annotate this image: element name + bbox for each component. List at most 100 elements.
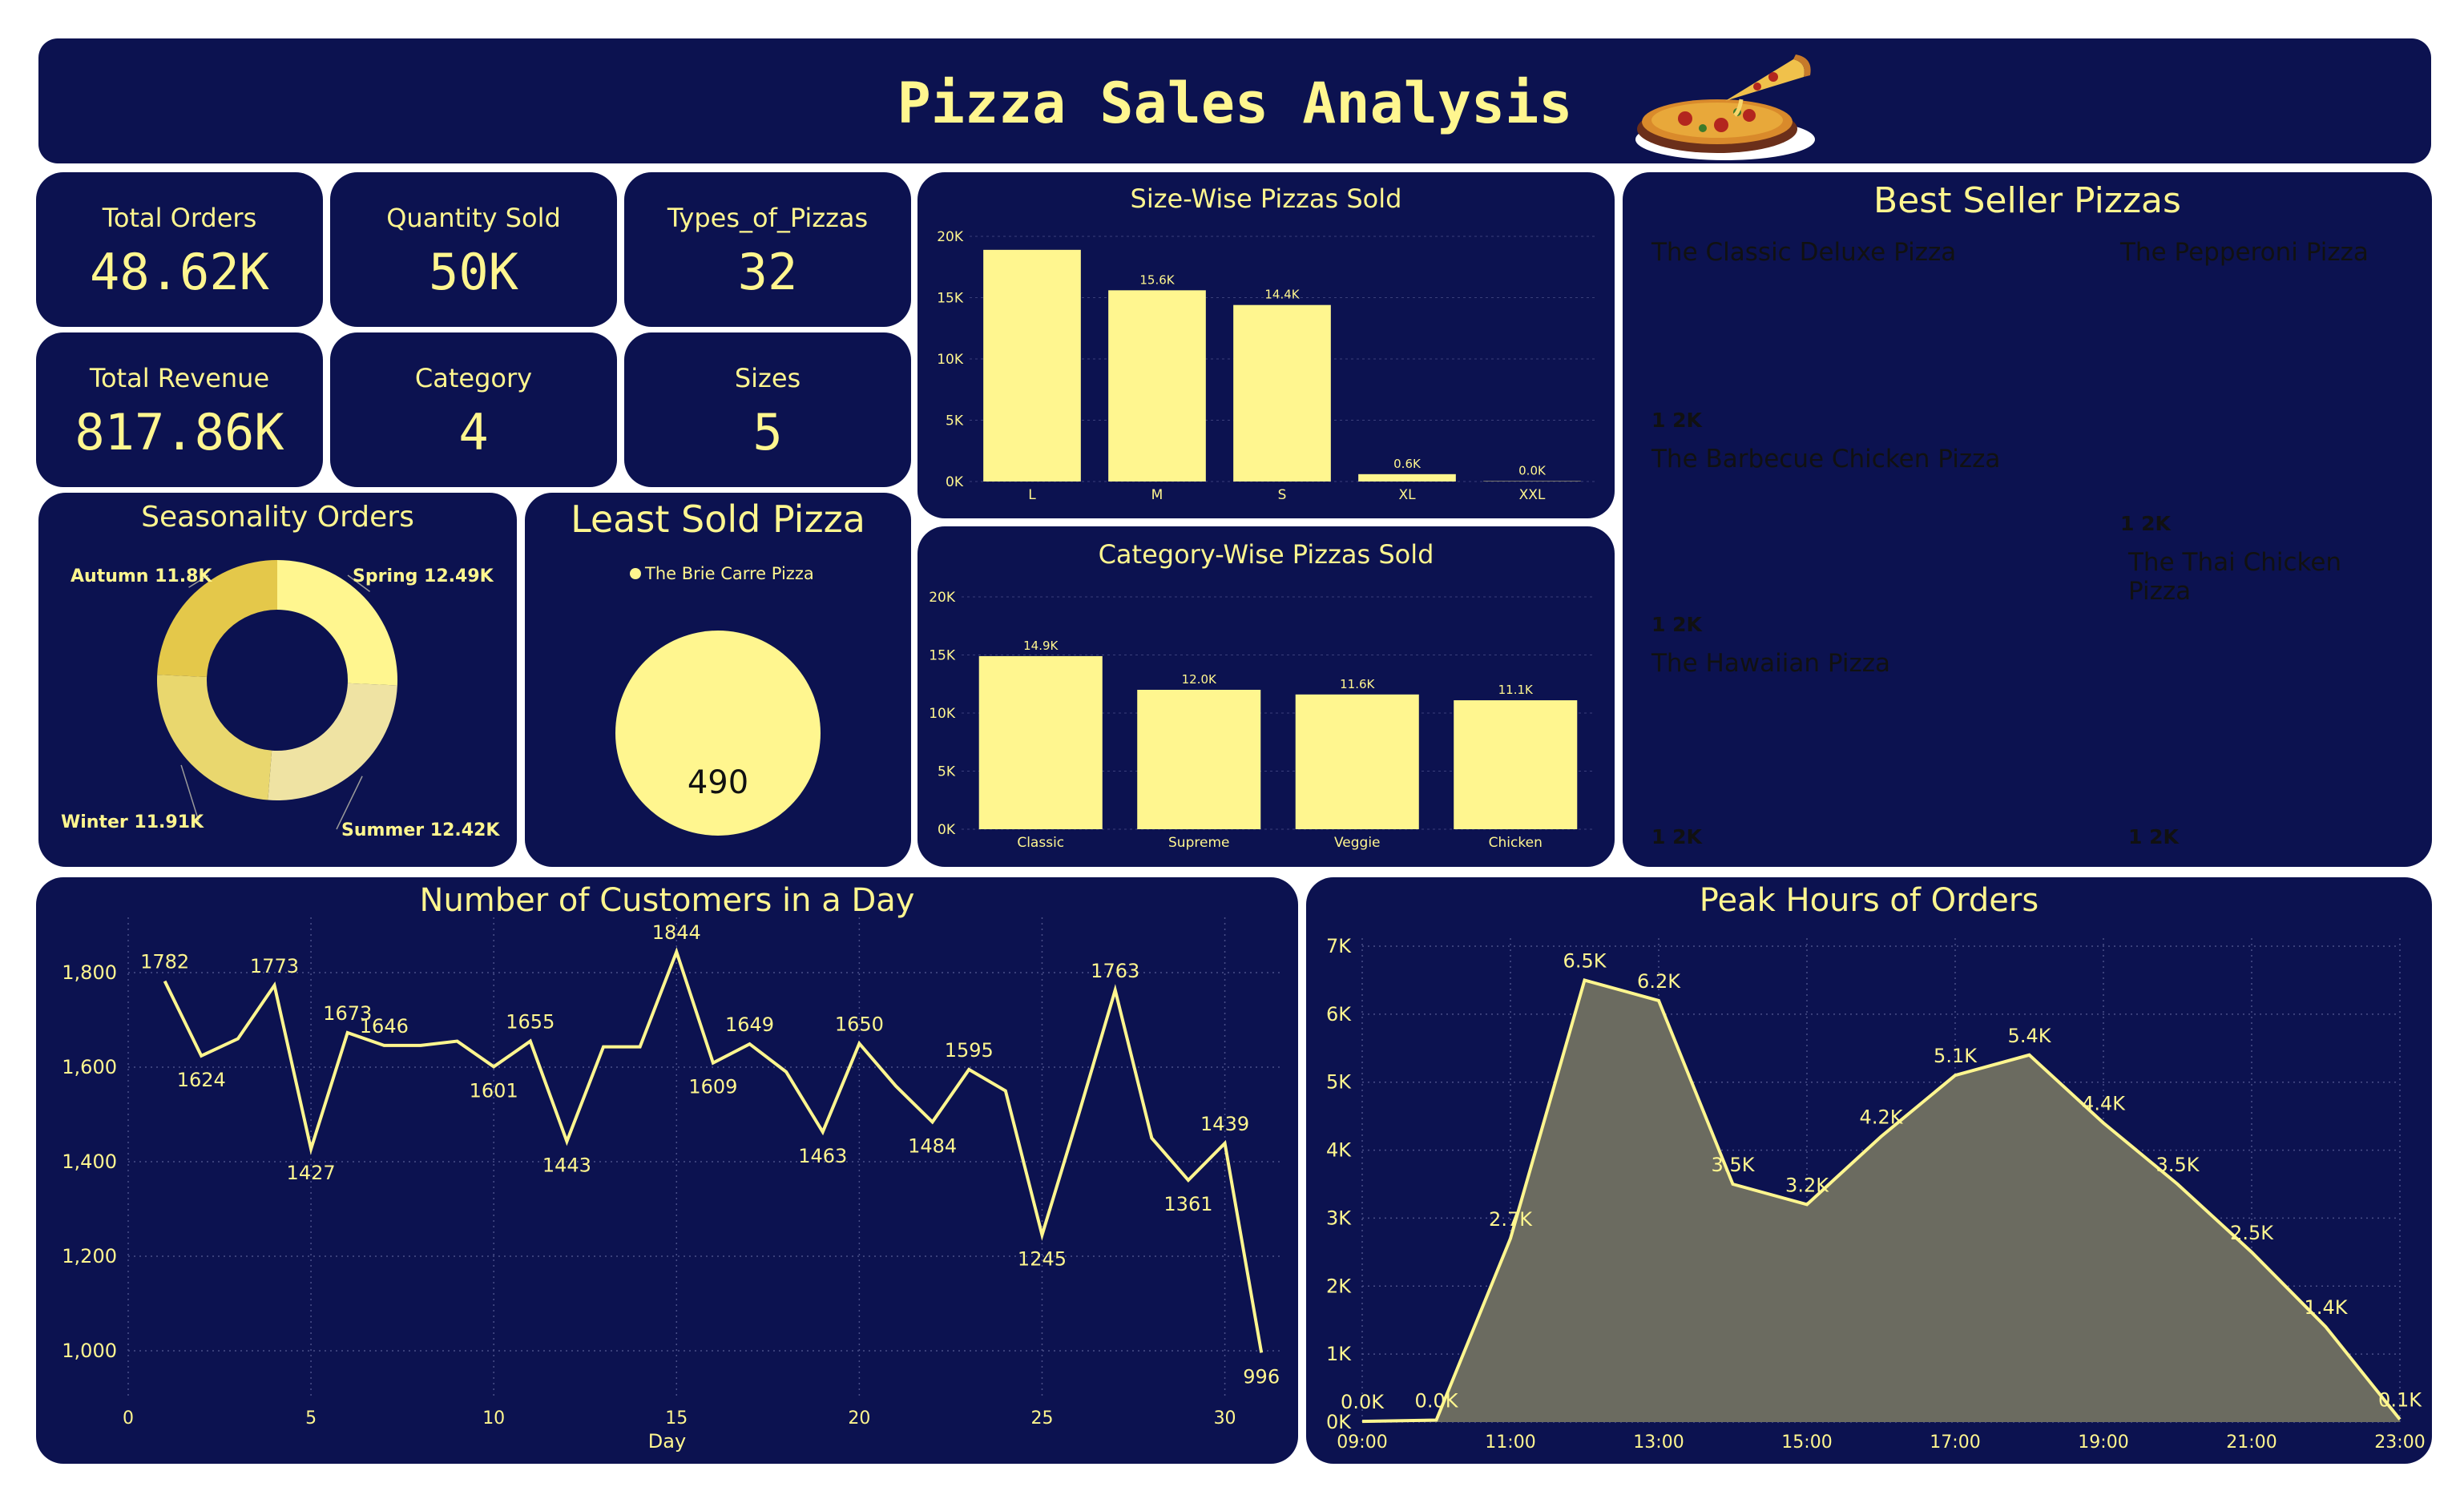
treemap-cell-thai-chicken[interactable]: The Thai Chicken Pizza 1 2K: [2122, 538, 2410, 852]
data-label: 0.0K: [1518, 464, 1547, 478]
x-tick-label: 17:00: [1930, 1433, 1980, 1453]
x-tick-label: 21:00: [2226, 1433, 2276, 1453]
data-label: 1624: [177, 1069, 226, 1091]
kpi-label: Total Revenue: [89, 363, 270, 393]
x-tick-label: 10: [482, 1408, 505, 1428]
header-banner: Pizza Sales Analysis: [38, 38, 2431, 163]
y-tick-label: 20K: [937, 229, 964, 245]
x-tick-label: 15: [665, 1408, 688, 1428]
hourly-chart: 0K 1K 2K 3K 4K 5K 6K 7K 09:00 11:00 13:00 15:00 17:0…: [1326, 935, 2426, 1453]
x-tick-label: 25: [1030, 1408, 1053, 1428]
kpi-quantity-sold: Quantity Sold 50K: [330, 172, 617, 327]
kpi-label: Category: [414, 363, 533, 393]
y-tick-label: 3K: [1326, 1207, 1352, 1229]
treemap-label: The Classic Deluxe Pizza: [1651, 238, 1957, 267]
x-tick-label: 19:00: [2078, 1433, 2128, 1453]
page-title: Pizza Sales Analysis: [897, 71, 1573, 136]
kpi-label: Quantity Sold: [386, 203, 561, 233]
x-tick-label: Veggie: [1334, 835, 1381, 851]
kpi-value: 48.62K: [90, 243, 269, 301]
y-tick-label: 1,600: [62, 1056, 117, 1078]
treemap-cell-hawaiian[interactable]: The Hawaiian Pizza 1 2K: [1645, 639, 2122, 852]
data-label: 14.9K: [1023, 639, 1059, 653]
y-tick-label: 0K: [946, 474, 964, 490]
data-label: 11.1K: [1498, 683, 1534, 697]
y-tick-label: 10K: [937, 352, 964, 368]
x-tick-label: M: [1151, 487, 1163, 503]
kpi-total-revenue: Total Revenue 817.86K: [36, 332, 323, 487]
pie-value-label: 490: [688, 764, 748, 801]
data-label: 2.5K: [2230, 1222, 2274, 1244]
treemap-label: The Pepperoni Pizza: [2120, 238, 2369, 267]
data-label: 1609: [688, 1076, 737, 1098]
daily-panel: Number of Customers in a Day Day 1,000 1,…: [36, 877, 1298, 1464]
kpi-label: Sizes: [734, 363, 801, 393]
data-label: 6.5K: [1563, 949, 1607, 972]
treemap-value: 1 2K: [1651, 613, 1702, 636]
x-tick-label: L: [1028, 487, 1036, 503]
data-label: 15.6K: [1139, 272, 1175, 287]
treemap-cell-barbecue-chicken[interactable]: The Barbecue Chicken Pizza 1 2K: [1645, 435, 2106, 639]
data-label: 11.6K: [1340, 677, 1375, 691]
x-tick-label: XXL: [1519, 487, 1546, 503]
y-tick-label: 15K: [929, 648, 956, 664]
category-chart: 0K 5K 10K 15K 20K Classic 14.9K Supreme 12.0K Veg…: [929, 590, 1595, 851]
treemap-label: The Hawaiian Pizza: [1651, 649, 1891, 678]
legend-dot: [630, 568, 641, 579]
bar-veggie: [1295, 694, 1419, 829]
data-label: 1655: [506, 1011, 555, 1034]
least-sold-panel: Least Sold Pizza The Brie Carre Pizza 490: [525, 493, 911, 867]
kpi-label: Types_of_Pizzas: [667, 203, 869, 233]
bestseller-title: Best Seller Pizzas: [1873, 180, 2181, 221]
y-tick-label: 1,000: [62, 1340, 117, 1362]
donut-slice-summer: [268, 683, 397, 800]
y-tick-label: 0K: [938, 822, 956, 838]
donut-label: Summer 12.42K: [341, 820, 500, 840]
data-label: 12.0K: [1182, 672, 1217, 687]
y-tick-label: 15K: [937, 291, 964, 307]
bar-supreme: [1137, 690, 1261, 829]
kpi-label: Total Orders: [102, 203, 257, 233]
data-label: 1245: [1018, 1247, 1067, 1270]
size-chart: 0K 5K 10K 15K 20K L M 15.6K S 14.4K XL 0.6K XXL 0.0K: [937, 229, 1595, 503]
bar-l: [983, 249, 1081, 482]
data-label: 1782: [140, 951, 189, 973]
data-label: 1773: [250, 955, 299, 977]
data-label: 0.0K: [1341, 1391, 1385, 1413]
x-tick-label: 09:00: [1337, 1433, 1387, 1453]
y-tick-label: 6K: [1326, 1003, 1352, 1026]
data-label: 1484: [908, 1134, 957, 1157]
kpi-category: Category 4: [330, 332, 617, 487]
y-tick-label: 10K: [929, 706, 956, 722]
kpi-sizes: Sizes 5: [624, 332, 911, 487]
kpi-total-orders: Total Orders 48.62K: [36, 172, 323, 327]
data-label: 5.1K: [1934, 1045, 1978, 1067]
data-label: 1595: [945, 1039, 994, 1062]
y-tick-label: 5K: [946, 413, 964, 429]
treemap-label: The Thai Chicken Pizza: [2128, 548, 2342, 606]
data-label: 1650: [835, 1013, 884, 1036]
data-label: 1361: [1163, 1193, 1212, 1215]
kpi-value: 5: [752, 403, 783, 461]
data-label: 996: [1243, 1365, 1280, 1388]
kpi-value: 817.86K: [75, 403, 284, 461]
bar-classic: [978, 655, 1103, 829]
data-label: 1463: [798, 1145, 847, 1167]
area-fill: [1362, 980, 2400, 1422]
seasonality-chart: Spring 12.49K Summer 12.42K Winter 11.91K A…: [61, 560, 500, 840]
treemap-cell-classic-deluxe[interactable]: The Classic Deluxe Pizza 1 2K: [1645, 228, 2114, 435]
data-label: 0.6K: [1393, 457, 1422, 471]
data-label: 1439: [1200, 1113, 1249, 1135]
donut-label: Autumn 11.8K: [71, 566, 212, 586]
data-label: 1427: [287, 1162, 336, 1184]
treemap-cell-pepperoni[interactable]: The Pepperoni Pizza 1 2K: [2114, 228, 2410, 538]
data-label: 3.2K: [1785, 1174, 1829, 1196]
y-tick-label: 1K: [1326, 1343, 1352, 1365]
bar-chicken: [1454, 700, 1578, 829]
seasonality-panel: Seasonality Orders Spring 12.49K Summer 1…: [38, 493, 517, 867]
data-label: 14.4K: [1264, 288, 1300, 302]
x-tick-label: 13:00: [1633, 1433, 1684, 1453]
data-label: 4.4K: [2082, 1093, 2126, 1115]
data-label: 3.5K: [1712, 1154, 1756, 1176]
donut-label: Spring 12.49K: [353, 566, 494, 586]
